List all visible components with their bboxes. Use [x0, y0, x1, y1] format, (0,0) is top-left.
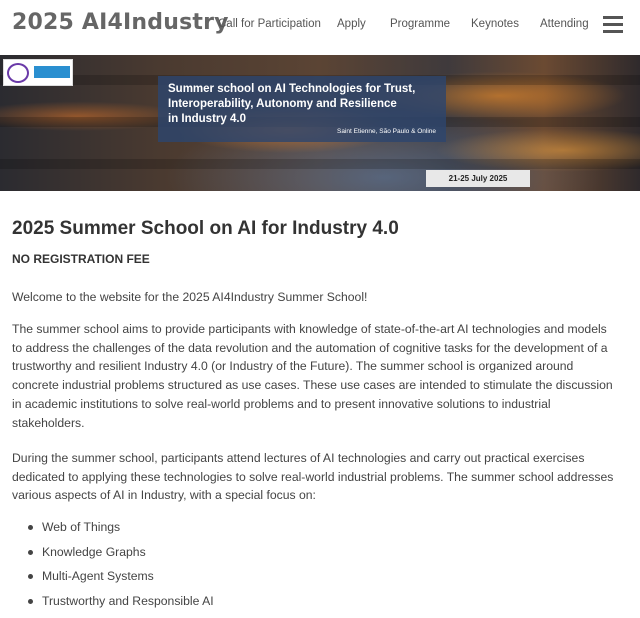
hero-banner: Summer school on AI Technologies for Tru…: [0, 55, 640, 191]
paragraph-line: concrete industrial problems structured …: [12, 376, 630, 395]
list-item: Web of Things: [26, 520, 214, 545]
paragraph-line: trustworthy and resilient Industry 4.0 (…: [12, 357, 630, 376]
list-item: Knowledge Graphs: [26, 545, 214, 570]
nav-keynotes[interactable]: Keynotes: [471, 18, 519, 30]
nav-programme[interactable]: Programme: [390, 18, 450, 30]
site-header: 2025 AI4Industry Call for Participation …: [0, 0, 640, 52]
paragraph-line: stakeholders.: [12, 414, 630, 433]
nav-call-for-participation[interactable]: Call for Participation: [218, 18, 321, 30]
intro-paragraph: The summer school aims to provide partic…: [12, 320, 630, 432]
partner-logos: [3, 59, 73, 86]
banner-dates: 21-25 July 2025: [426, 170, 530, 187]
list-item: Multi-Agent Systems: [26, 569, 214, 594]
mines-logo-icon: [7, 63, 29, 83]
page-title: 2025 Summer School on AI for Industry 4.…: [12, 218, 399, 240]
welcome-text: Welcome to the website for the 2025 AI4I…: [12, 288, 630, 307]
paragraph-line: various aspects of AI in Industry, with …: [12, 486, 630, 505]
nav-attending[interactable]: Attending: [540, 18, 589, 30]
paragraph-line: in academic institutions to solve real-w…: [12, 395, 630, 414]
focus-paragraph: During the summer school, participants a…: [12, 449, 630, 505]
paragraph-line: to address the challenges of the data re…: [12, 339, 630, 358]
banner-title-line: in Industry 4.0: [168, 113, 246, 125]
paragraph-line: dedicated to applying these technologies…: [12, 468, 630, 487]
nav-apply[interactable]: Apply: [337, 18, 366, 30]
banner-title-card: Summer school on AI Technologies for Tru…: [158, 76, 446, 142]
banner-title-line: Summer school on AI Technologies for Tru…: [168, 83, 415, 95]
hamburger-menu-icon[interactable]: [603, 16, 623, 34]
fee-notice: NO REGISTRATION FEE: [12, 252, 150, 266]
imt-logo-icon: [34, 66, 70, 78]
focus-topics-list: Web of Things Knowledge Graphs Multi-Age…: [26, 520, 214, 618]
banner-title-line: Interoperability, Autonomy and Resilienc…: [168, 98, 397, 110]
paragraph-line: During the summer school, participants a…: [12, 449, 630, 468]
banner-locations: Saint Etienne, São Paulo & Online: [337, 128, 436, 135]
main-nav: Call for Participation Apply Programme K…: [218, 18, 600, 34]
list-item: Trustworthy and Responsible AI: [26, 594, 214, 618]
paragraph-line: The summer school aims to provide partic…: [12, 320, 630, 339]
site-title-link[interactable]: 2025 AI4Industry: [12, 10, 229, 35]
